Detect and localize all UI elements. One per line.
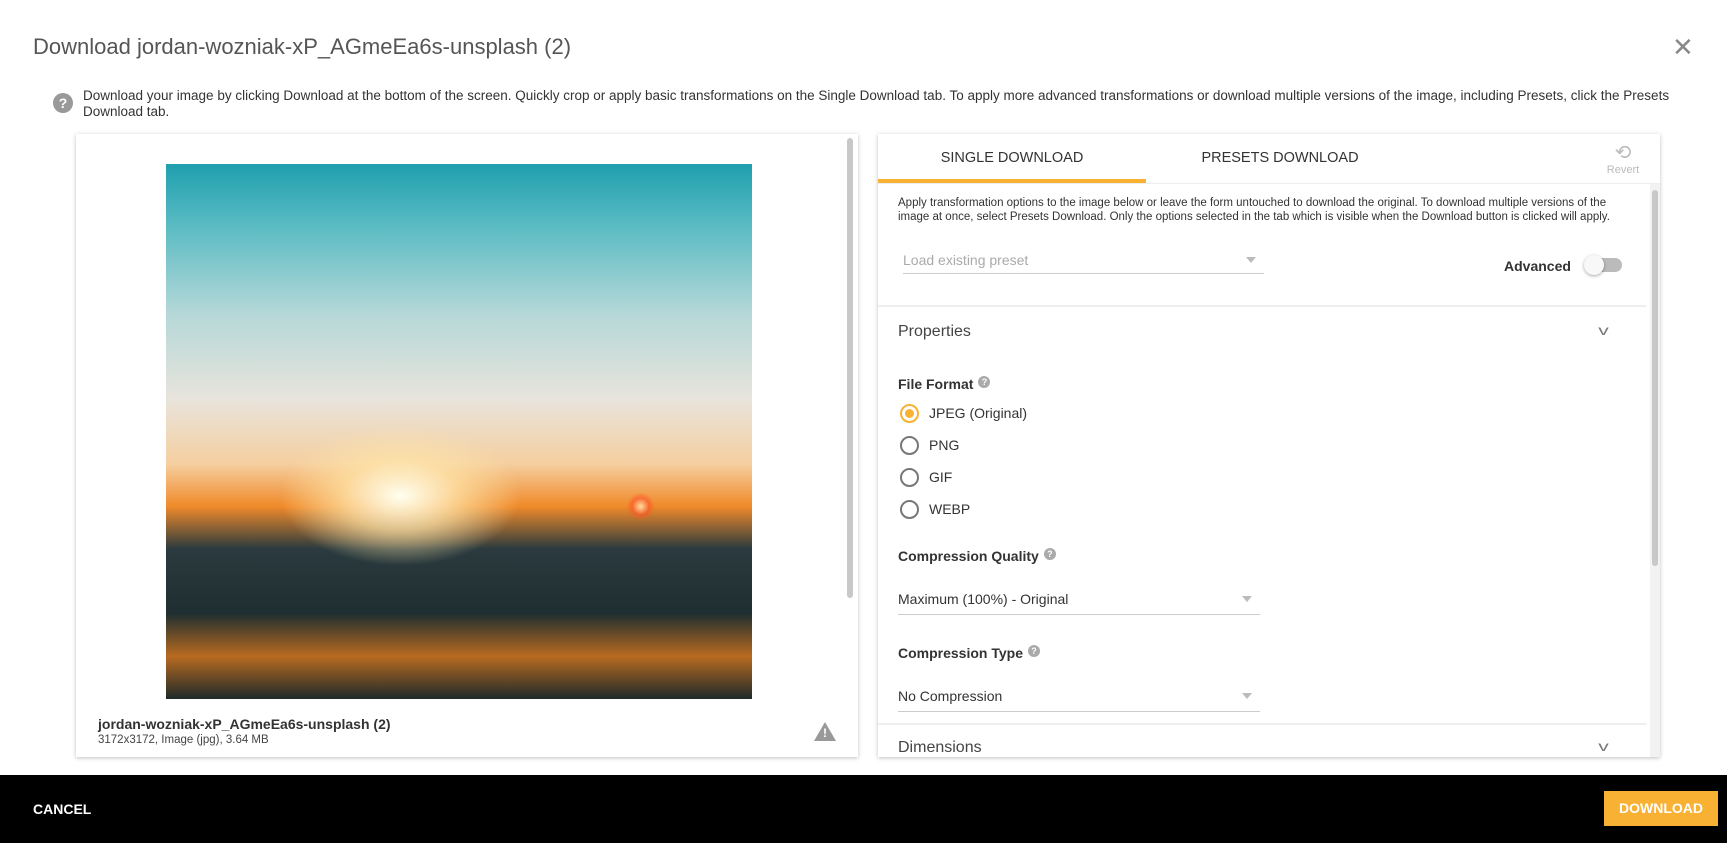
download-button[interactable]: DOWNLOAD [1604, 791, 1718, 826]
caret-down-icon [1242, 596, 1252, 602]
advanced-toggle[interactable] [1584, 255, 1622, 275]
radio-gif[interactable]: GIF [900, 466, 952, 488]
compression-type-select[interactable]: No Compression [898, 688, 1260, 712]
compression-quality-select[interactable]: Maximum (100%) - Original [898, 591, 1260, 615]
preview-panel: jordan-wozniak-xP_AGmeEa6s-unsplash (2) … [76, 134, 858, 757]
tab-presets-download[interactable]: PRESETS DOWNLOAD [1146, 134, 1414, 183]
divider [878, 723, 1646, 725]
help-icon: ? [978, 376, 991, 388]
dialog-title: Download jordan-wozniak-xP_AGmeEa6s-unsp… [33, 34, 572, 59]
preset-select[interactable]: Load existing preset [903, 252, 1264, 274]
advanced-label: Advanced [1504, 258, 1571, 274]
revert-label: Revert [1606, 164, 1640, 176]
help-icon: ? [1028, 645, 1040, 657]
help-icon: ? [53, 93, 73, 113]
revert-button[interactable]: ⟲ Revert [1598, 142, 1648, 176]
chevron-down-icon[interactable]: v [1598, 322, 1609, 338]
radio-jpeg[interactable]: JPEG (Original) [900, 402, 1027, 424]
tab-single-download[interactable]: SINGLE DOWNLOAD [878, 134, 1146, 183]
warning-icon[interactable]: ! [814, 722, 836, 741]
close-icon[interactable]: ✕ [1672, 34, 1694, 60]
file-format-label: File Format? [898, 376, 991, 392]
caret-down-icon [1246, 257, 1256, 263]
compression-quality-label: Compression Quality? [898, 548, 1056, 564]
preview-scrollbar[interactable] [847, 138, 853, 598]
intro-text: Download your image by clicking Download… [83, 88, 1670, 119]
file-name: jordan-wozniak-xP_AGmeEa6s-unsplash (2) [98, 716, 391, 732]
dimensions-header[interactable]: Dimensions [898, 739, 982, 757]
cancel-button[interactable]: CANCEL [33, 801, 91, 817]
radio-webp[interactable]: WEBP [900, 498, 970, 520]
radio-png[interactable]: PNG [900, 434, 959, 456]
form-description: Apply transformation options to the imag… [898, 197, 1610, 223]
help-icon: ? [1043, 548, 1056, 560]
file-meta: 3172x3172, Image (jpg), 3.64 MB [98, 734, 269, 746]
caret-down-icon [1242, 693, 1252, 699]
properties-header[interactable]: Properties [898, 323, 971, 341]
form-scrollbar[interactable] [1650, 184, 1660, 757]
divider [878, 305, 1646, 307]
chevron-down-icon[interactable]: v [1598, 738, 1609, 754]
image-preview [166, 164, 752, 699]
tab-divider [878, 183, 1660, 184]
preset-placeholder: Load existing preset [903, 252, 1029, 268]
footer-bar: CANCEL DOWNLOAD [0, 775, 1727, 843]
compression-type-label: Compression Type? [898, 645, 1040, 661]
revert-icon: ⟲ [1614, 142, 1632, 164]
options-panel: SINGLE DOWNLOAD PRESETS DOWNLOAD ⟲ Rever… [878, 134, 1660, 757]
